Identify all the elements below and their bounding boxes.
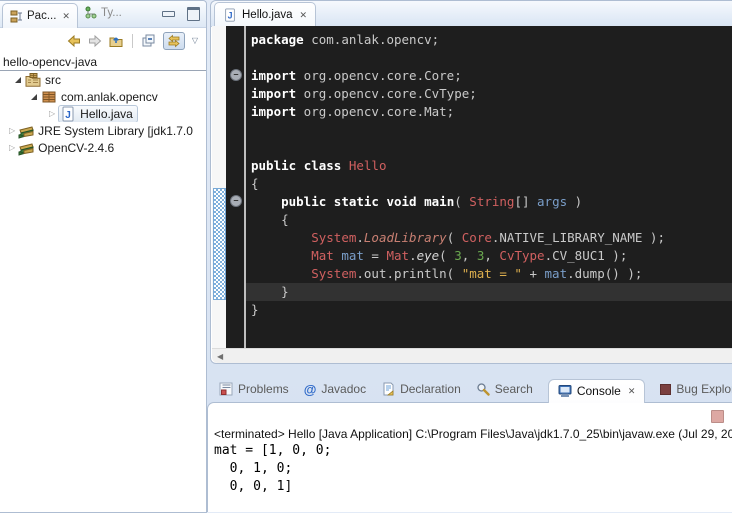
source-folder-icon	[25, 72, 41, 88]
svg-text:J: J	[228, 11, 233, 21]
close-icon[interactable]: ✕	[626, 386, 636, 397]
folding-margin: – –	[226, 26, 246, 348]
tree-item-label: JRE System Library [jdk1.7.0	[38, 124, 193, 138]
tab-problems-label: Problems	[238, 382, 289, 396]
tab-problems[interactable]: Problems	[219, 382, 289, 396]
tree-item-label: hello-opencv-java	[3, 55, 97, 69]
tab-package-explorer-label: Pac...	[27, 10, 56, 22]
editor-tab-label: Hello.java	[242, 9, 293, 21]
link-with-editor-icon	[167, 34, 181, 48]
javadoc-icon: @	[304, 383, 317, 396]
link-with-editor-button[interactable]	[163, 32, 185, 50]
console-toolbar	[711, 410, 724, 423]
tab-hello-java[interactable]: J Hello.java ✕	[214, 2, 316, 27]
tab-console-label: Console	[577, 384, 621, 398]
console-process-header: <terminated> Hello [Java Application] C:…	[208, 403, 732, 442]
bug-explorer-icon	[660, 384, 671, 395]
tab-type-hierarchy-label: Ty...	[101, 7, 122, 19]
tree-item-label: OpenCV-2.4.6	[38, 141, 114, 155]
package-explorer-icon	[10, 10, 23, 23]
collapse-all-icon[interactable]	[142, 34, 156, 48]
java-file-icon: J	[223, 8, 237, 22]
collapsed-arrow-icon[interactable]: ▷	[9, 144, 15, 152]
tree-item-opencv-library[interactable]: ▷ OpenCV-2.4.6	[0, 139, 206, 156]
tab-bug-explorer-label: Bug Explorer	[676, 382, 732, 396]
declaration-icon	[381, 382, 395, 396]
package-icon	[41, 89, 57, 105]
library-icon	[18, 123, 34, 139]
package-explorer-view: Pac... ✕ Ty...	[0, 0, 207, 513]
vertical-ruler[interactable]	[212, 26, 226, 348]
project-tree: hello-opencv-java src com.anlak.opencv ▷	[0, 53, 206, 156]
forward-icon[interactable]	[88, 34, 102, 48]
left-tabbar: Pac... ✕ Ty...	[0, 1, 206, 28]
editor-tabbar: J Hello.java ✕	[211, 1, 732, 27]
collapsed-arrow-icon[interactable]: ▷	[9, 127, 15, 135]
java-file-icon: J	[60, 106, 76, 122]
tab-console[interactable]: Console ✕	[548, 379, 646, 403]
library-icon	[18, 140, 34, 156]
svg-text:J: J	[65, 110, 71, 121]
bottom-tabbar: Problems @ Javadoc Declaration Search Co…	[207, 375, 732, 403]
console-icon	[558, 384, 572, 398]
tree-item-hello-java[interactable]: ▷ J Hello.java	[0, 105, 206, 122]
tab-declaration-label: Declaration	[400, 382, 461, 396]
horizontal-scrollbar[interactable]: ◀	[212, 348, 732, 363]
expanded-arrow-icon[interactable]	[15, 77, 21, 83]
tree-item-label: com.anlak.opencv	[61, 90, 158, 104]
expanded-arrow-icon[interactable]	[31, 94, 37, 100]
tab-javadoc-label: Javadoc	[321, 382, 366, 396]
tab-javadoc[interactable]: @ Javadoc	[304, 382, 366, 396]
close-icon[interactable]: ✕	[298, 10, 308, 21]
tab-bug-explorer[interactable]: Bug Explorer	[660, 382, 732, 396]
tree-item-label: src	[45, 73, 61, 87]
toolbar-separator	[132, 34, 133, 48]
collapsed-arrow-icon[interactable]: ▷	[49, 110, 55, 118]
tree-item-src[interactable]: src	[0, 71, 206, 88]
up-navigation-icon[interactable]	[109, 34, 123, 48]
scroll-left-arrow-icon[interactable]: ◀	[212, 352, 223, 361]
range-indicator	[213, 188, 226, 300]
tab-search-label: Search	[495, 382, 533, 396]
console-view: <terminated> Hello [Java Application] C:…	[207, 402, 732, 512]
search-icon	[476, 382, 490, 396]
type-hierarchy-icon	[84, 6, 97, 19]
tab-package-explorer[interactable]: Pac... ✕	[2, 3, 78, 28]
fold-collapse-icon[interactable]: –	[230, 69, 242, 81]
problems-icon	[219, 382, 233, 396]
minimize-view-icon[interactable]	[162, 11, 175, 17]
fold-collapse-icon[interactable]: –	[230, 195, 242, 207]
terminate-icon[interactable]	[711, 410, 724, 423]
selected-item-highlight[interactable]: J Hello.java	[58, 105, 138, 122]
tree-item-package[interactable]: com.anlak.opencv	[0, 88, 206, 105]
tree-item-project-root[interactable]: hello-opencv-java	[0, 53, 206, 71]
tree-item-label: Hello.java	[80, 107, 133, 121]
tab-type-hierarchy[interactable]: Ty...	[84, 6, 122, 19]
tab-search[interactable]: Search	[476, 382, 533, 396]
editor-body: – – package com.anlak.opencv; import org…	[212, 26, 732, 348]
close-icon[interactable]: ✕	[60, 11, 70, 22]
view-menu-icon[interactable]: ▽	[192, 36, 198, 45]
code-area[interactable]: package com.anlak.opencv; import org.ope…	[246, 26, 732, 348]
maximize-view-icon[interactable]	[187, 7, 200, 21]
back-icon[interactable]	[67, 34, 81, 48]
console-output[interactable]: mat = [1, 0, 0; 0, 1, 0; 0, 0, 1]	[208, 442, 732, 496]
editor-view: J Hello.java ✕ – – package com.anlak.ope…	[210, 0, 732, 364]
tab-declaration[interactable]: Declaration	[381, 382, 461, 396]
package-explorer-toolbar: ▽	[0, 28, 206, 53]
tree-item-jre-library[interactable]: ▷ JRE System Library [jdk1.7.0	[0, 122, 206, 139]
